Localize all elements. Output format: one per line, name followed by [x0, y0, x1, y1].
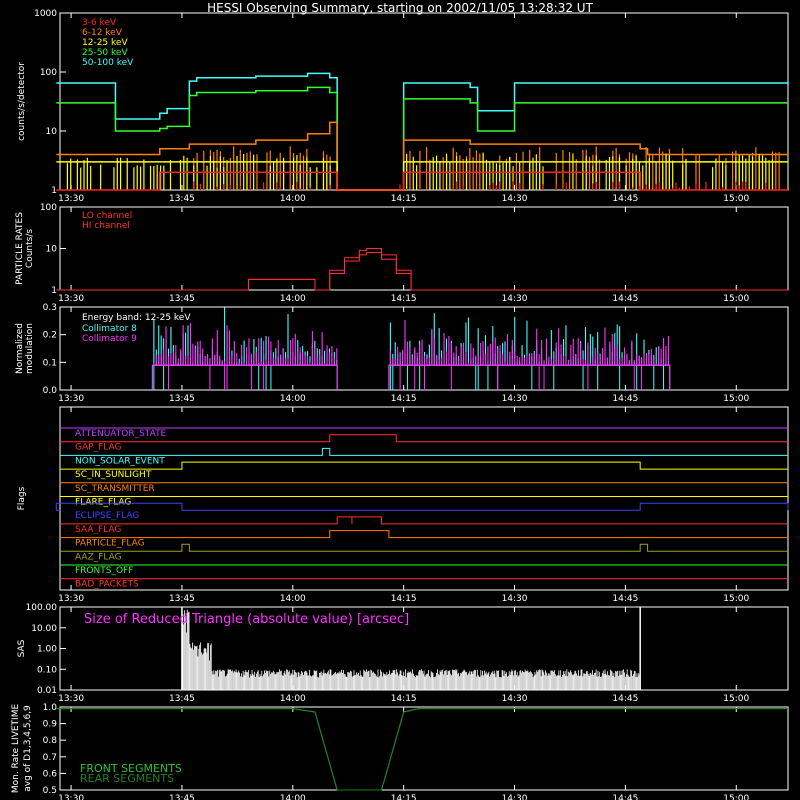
- x-tick-label-5-4: 14:30: [502, 794, 528, 800]
- y-tick-label-5-0: 0.5: [43, 786, 57, 796]
- x-tick-label-3-0: 13:30: [58, 594, 84, 604]
- x-tick-label-4-6: 15:00: [723, 694, 749, 704]
- particle-legend-0: LO channel: [82, 211, 132, 221]
- mod-legend-0: Collimator 8: [82, 324, 137, 334]
- x-tick-label-0-3: 14:15: [391, 194, 417, 204]
- x-tick-label-2-4: 14:30: [502, 394, 528, 404]
- x-tick-label-1-5: 14:45: [612, 294, 638, 304]
- legend-2: 12-25 keV: [82, 38, 128, 48]
- flag-label-3: SC_IN_SUNLIGHT: [75, 470, 152, 480]
- y-label-4: SAS: [17, 639, 27, 657]
- flag-label-2: NON_SOLAR_EVENT: [75, 456, 165, 466]
- flag-label-7: SAA_FLAG: [75, 525, 121, 535]
- y-tick-label-5-1: 0.6: [43, 769, 58, 779]
- legend-3: 25-50 keV: [82, 48, 128, 58]
- y-tick-label-5-2: 0.7: [43, 753, 57, 763]
- flag-label-6: ECLIPSE_FLAG: [75, 511, 139, 521]
- x-tick-label-2-5: 14:45: [612, 394, 638, 404]
- y-label-3: Flags: [17, 486, 27, 510]
- y-tick-label-0-3: 1000: [34, 9, 57, 19]
- y-tick-label-5-5: 1.0: [43, 703, 58, 713]
- x-tick-label-1-1: 13:45: [169, 294, 195, 304]
- x-tick-label-2-0: 13:30: [58, 394, 84, 404]
- x-tick-label-5-0: 13:30: [58, 794, 84, 800]
- y-label-2-a: Normalized: [15, 323, 25, 374]
- flag-label-8: PARTICLE_FLAG: [75, 539, 145, 549]
- y-tick-label-0-0: 1: [51, 186, 57, 196]
- y-tick-label-4-4: 100.00: [26, 603, 58, 613]
- x-tick-label-5-3: 14:15: [391, 794, 417, 800]
- y-tick-label-0-2: 100: [40, 68, 57, 78]
- legend-0: 3-6 keV: [82, 18, 117, 28]
- sas-annotation: Size of Reduced Triangle (absolute value…: [84, 612, 409, 627]
- x-tick-label-2-2: 14:00: [280, 394, 306, 404]
- y-tick-label-2-2: 0.2: [43, 331, 57, 341]
- x-tick-label-4-5: 14:45: [612, 694, 638, 704]
- x-tick-label-4-3: 14:15: [391, 694, 417, 704]
- legend-1: 6-12 keV: [82, 28, 123, 38]
- y-label-1-b: Counts/s: [25, 229, 35, 268]
- legend-4: 50-100 keV: [82, 58, 134, 68]
- x-tick-label-1-0: 13:30: [58, 294, 84, 304]
- x-tick-label-5-2: 14:00: [280, 794, 306, 800]
- x-tick-label-0-6: 15:00: [723, 194, 749, 204]
- mod-annotation: Energy band: 12-25 keV: [82, 313, 191, 323]
- x-tick-label-4-1: 13:45: [169, 694, 195, 704]
- y-label-2-b: modulation: [25, 323, 35, 374]
- y-tick-label-2-3: 0.3: [43, 303, 57, 313]
- y-tick-label-1-1: 10: [46, 245, 58, 255]
- y-tick-label-4-3: 10.00: [31, 624, 57, 634]
- flag-label-5: FLARE_FLAG: [75, 498, 131, 508]
- flag-label-0: ATTENUATOR_STATE: [75, 429, 167, 439]
- y-tick-label-4-2: 1.00: [37, 645, 57, 655]
- x-tick-label-2-3: 14:15: [391, 394, 417, 404]
- x-tick-label-0-0: 13:30: [58, 194, 84, 204]
- y-label-0: counts/s/detector: [17, 62, 27, 141]
- y-tick-label-0-1: 10: [46, 127, 58, 137]
- x-tick-label-2-6: 15:00: [723, 394, 749, 404]
- x-tick-label-1-3: 14:15: [391, 294, 417, 304]
- x-tick-label-0-5: 14:45: [612, 194, 638, 204]
- y-tick-label-4-0: 0.01: [37, 686, 57, 696]
- x-tick-label-3-2: 14:00: [280, 594, 306, 604]
- x-tick-label-0-1: 13:45: [169, 194, 195, 204]
- x-tick-label-5-1: 13:45: [169, 794, 195, 800]
- y-tick-label-5-4: 0.9: [43, 720, 58, 730]
- flag-label-11: BAD_PACKETS: [75, 580, 139, 590]
- y-tick-label-1-0: 1: [51, 286, 57, 296]
- mod-legend-1: Collimator 9: [82, 334, 137, 344]
- x-tick-label-5-5: 14:45: [612, 794, 638, 800]
- y-tick-label-5-3: 0.8: [43, 736, 58, 746]
- x-tick-label-1-6: 15:00: [723, 294, 749, 304]
- hessi-summary-chart: HESSI Observing Summary, starting on 200…: [0, 0, 800, 800]
- x-tick-label-3-5: 14:45: [612, 594, 638, 604]
- flag-label-10: FRONTS_OFF: [75, 566, 133, 576]
- x-tick-label-1-2: 14:00: [280, 294, 306, 304]
- livetime-legend-1: REAR SEGMENTS: [80, 772, 174, 785]
- x-tick-label-3-6: 15:00: [723, 594, 749, 604]
- flag-label-1: GAP_FLAG: [75, 443, 121, 453]
- y-label-5-b: avg of D1,3,4,5,6,9: [23, 705, 33, 792]
- y-tick-label-2-1: 0.1: [43, 358, 57, 368]
- y-label-5-a: Mon. Rate LIVETIME: [11, 704, 21, 794]
- x-tick-label-0-4: 14:30: [502, 194, 528, 204]
- x-tick-label-2-1: 13:45: [169, 394, 195, 404]
- x-tick-label-3-3: 14:15: [391, 594, 417, 604]
- x-tick-label-4-2: 14:00: [280, 694, 306, 704]
- x-tick-label-0-2: 14:00: [280, 194, 306, 204]
- flag-label-4: SC_TRANSMITTER: [75, 484, 155, 494]
- particle-legend-1: HI channel: [82, 221, 130, 231]
- x-tick-label-3-4: 14:30: [502, 594, 528, 604]
- x-tick-label-3-1: 13:45: [169, 594, 195, 604]
- y-label-1-a: PARTICLE RATES: [15, 212, 25, 285]
- y-tick-label-4-1: 0.10: [37, 665, 57, 675]
- x-tick-label-5-6: 15:00: [723, 794, 749, 800]
- x-tick-label-4-4: 14:30: [502, 694, 528, 704]
- y-tick-label-2-0: 0.0: [43, 386, 58, 396]
- x-tick-label-1-4: 14:30: [502, 294, 528, 304]
- x-tick-label-4-0: 13:30: [58, 694, 84, 704]
- flag-label-9: AAZ_FLAG: [75, 552, 122, 562]
- y-tick-label-1-2: 100: [40, 203, 57, 213]
